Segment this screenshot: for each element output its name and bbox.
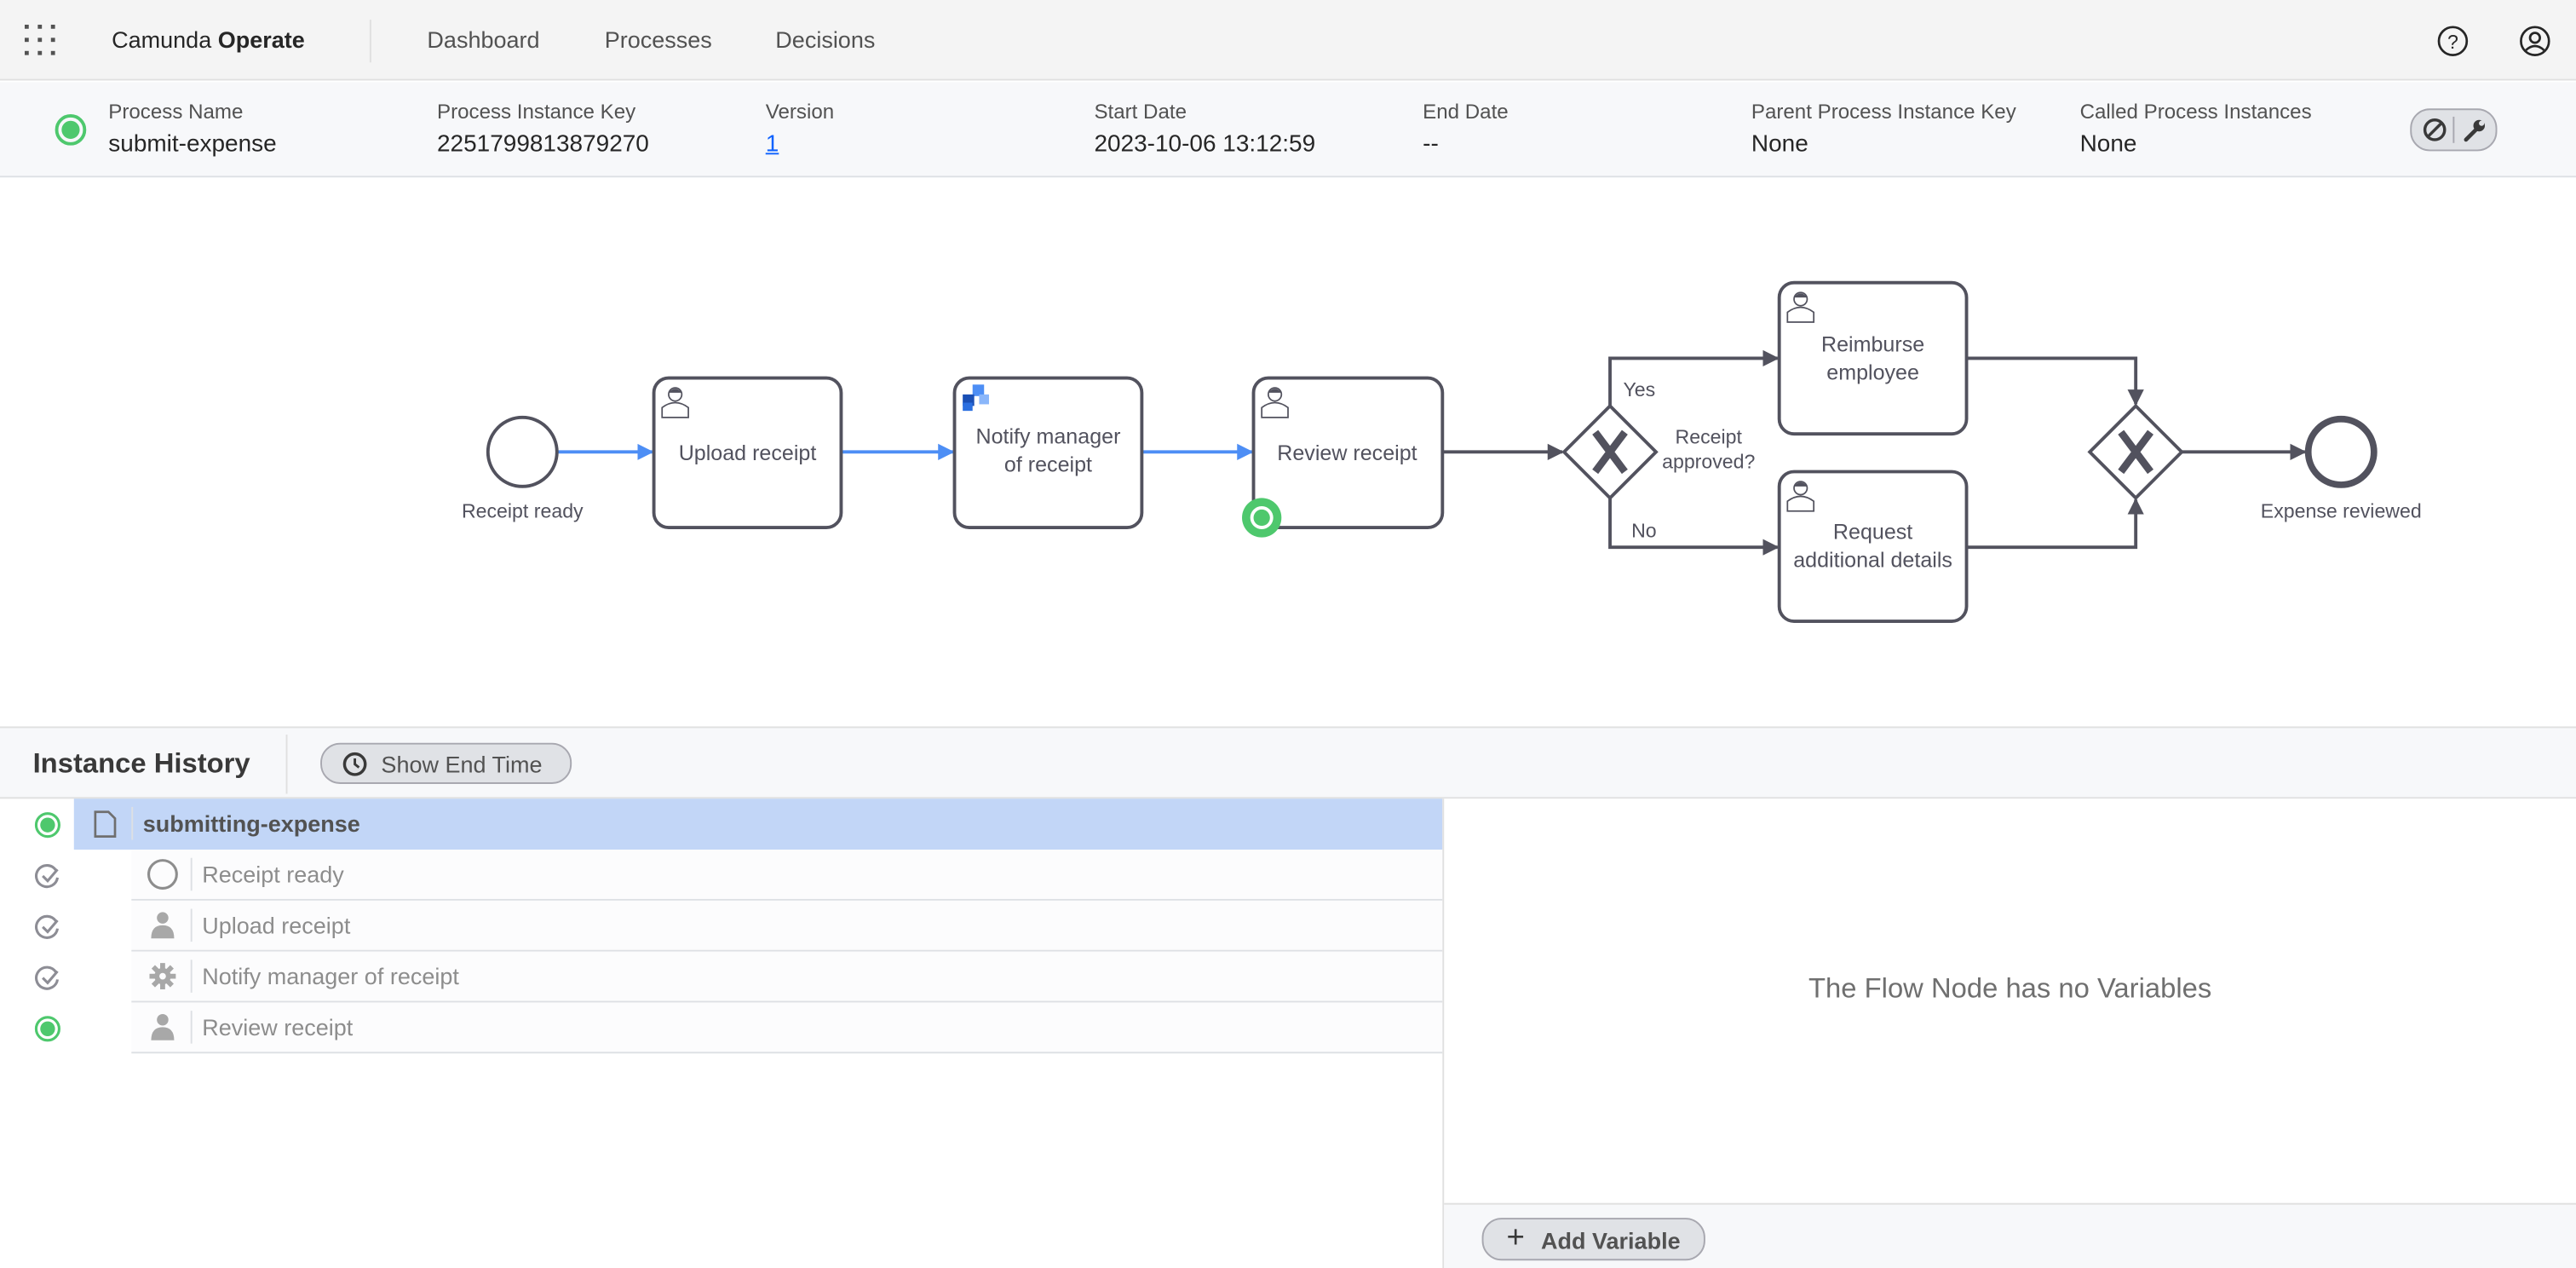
- called-instances-label: Called Process Instances: [2079, 100, 2312, 124]
- end-event-label: Expense reviewed: [2261, 500, 2422, 522]
- task-label: Upload receipt: [679, 441, 817, 465]
- divider: [369, 20, 371, 63]
- exclusive-gateway-join[interactable]: [2087, 403, 2184, 501]
- task-label: Review receipt: [1277, 441, 1417, 465]
- instance-key-value: 2251799813879270: [437, 131, 649, 158]
- sequence-flow: [1966, 498, 2144, 550]
- apps-grid-icon[interactable]: [24, 24, 58, 58]
- start-date-label: Start Date: [1094, 100, 1187, 124]
- add-variable-button[interactable]: + Add Variable: [1481, 1218, 1705, 1261]
- start-date-value: 2023-10-06 13:12:59: [1094, 131, 1316, 158]
- task-label: of receipt: [1004, 453, 1092, 477]
- tree-row-root[interactable]: submitting-expense: [0, 798, 1443, 850]
- tree-row[interactable]: Review receipt: [0, 1002, 1443, 1054]
- add-variable-label: Add Variable: [1541, 1227, 1681, 1254]
- task-review-receipt[interactable]: Review receipt: [1242, 376, 1445, 538]
- service-task-gear-icon: [149, 963, 176, 990]
- cancel-icon[interactable]: [2420, 115, 2450, 145]
- end-event[interactable]: [2304, 415, 2378, 488]
- called-instances-value: None: [2079, 131, 2137, 158]
- tree-row-label: Review receipt: [202, 1013, 354, 1040]
- active-state-icon: [34, 812, 60, 839]
- tree-row[interactable]: Upload receipt: [0, 900, 1443, 952]
- completed-check-icon: [35, 914, 60, 939]
- instance-history-title: Instance History: [32, 747, 250, 780]
- instance-header: Process Name submit-expense Process Inst…: [0, 82, 2576, 178]
- task-upload-receipt[interactable]: Upload receipt: [652, 376, 843, 530]
- exclusive-gateway-receipt-approved[interactable]: [1561, 403, 1659, 501]
- task-reimburse-employee[interactable]: Reimburse employee: [1777, 280, 1969, 436]
- process-name-value: submit-expense: [108, 131, 277, 158]
- brand[interactable]: Camunda Operate: [112, 26, 305, 53]
- svg-text:?: ?: [2447, 31, 2458, 53]
- top-header: Camunda Operate Dashboard Processes Deci…: [0, 0, 2576, 81]
- nav-processes[interactable]: Processes: [605, 26, 712, 53]
- start-event[interactable]: [486, 415, 559, 488]
- active-state-icon: [55, 114, 87, 146]
- divider: [2452, 116, 2455, 143]
- user-task-icon: [151, 1013, 175, 1040]
- gateway-label: Receipt: [1676, 426, 1743, 448]
- task-label: additional details: [1793, 548, 1952, 572]
- flow-label-no: No: [1631, 520, 1657, 542]
- process-document-icon: [94, 810, 117, 839]
- no-variables-message: The Flow Node has no Variables: [1808, 972, 2212, 1005]
- instance-history-header: Instance History Show End Time: [0, 726, 2576, 799]
- start-event-icon: [147, 859, 178, 890]
- process-name-label: Process Name: [108, 100, 244, 124]
- flow-label-yes: Yes: [1623, 378, 1655, 401]
- active-state-icon: [34, 1016, 60, 1042]
- end-date-value: --: [1423, 131, 1439, 158]
- modify-wrench-icon[interactable]: [2459, 115, 2489, 145]
- brand-product: Operate: [217, 26, 305, 53]
- version-link[interactable]: 1: [766, 131, 779, 158]
- tree-row-label: Notify manager of receipt: [202, 963, 459, 990]
- selected-row-bg: submitting-expense: [73, 798, 1443, 850]
- task-request-details[interactable]: Request additional details: [1777, 470, 1969, 623]
- show-end-time-button[interactable]: Show End Time: [320, 742, 572, 784]
- help-icon[interactable]: ?: [2436, 25, 2470, 58]
- user-task-icon: [151, 912, 175, 939]
- gateway-label: approved?: [1662, 451, 1755, 473]
- completed-check-icon: [35, 965, 60, 990]
- operations-group: [2410, 108, 2498, 152]
- nav-dashboard[interactable]: Dashboard: [427, 26, 539, 53]
- sequence-flow: [1966, 356, 2144, 406]
- task-label: employee: [1826, 361, 1919, 385]
- instance-key-label: Process Instance Key: [437, 100, 636, 124]
- user-icon[interactable]: [2519, 25, 2552, 58]
- clock-icon: [342, 752, 367, 776]
- tree-row-label: submitting-expense: [142, 810, 360, 837]
- task-label: Reimburse: [1821, 333, 1924, 357]
- active-token-badge[interactable]: [1242, 498, 1282, 538]
- parent-key-label: Parent Process Instance Key: [1751, 100, 2016, 124]
- completed-check-icon: [35, 864, 60, 889]
- start-event-label: Receipt ready: [462, 500, 584, 522]
- brand-prefix: Camunda: [112, 26, 212, 53]
- task-notify-manager[interactable]: Notify manager of receipt: [952, 376, 1144, 530]
- nav-decisions[interactable]: Decisions: [775, 26, 875, 53]
- tree-row[interactable]: Receipt ready: [0, 850, 1443, 901]
- version-label: Version: [765, 100, 835, 124]
- variables-panel: The Flow Node has no Variables + Add Var…: [1442, 798, 2576, 1268]
- show-end-time-label: Show End Time: [381, 751, 543, 778]
- parent-key-value: None: [1751, 131, 1808, 158]
- task-label: Request: [1833, 521, 1912, 545]
- tree-row[interactable]: Notify manager of receipt: [0, 951, 1443, 1003]
- end-date-label: End Date: [1423, 100, 1509, 124]
- variables-footer: + Add Variable: [1444, 1202, 2576, 1268]
- plus-icon: +: [1506, 1220, 1525, 1256]
- tree-row-label: Receipt ready: [202, 861, 344, 888]
- task-label: Notify manager: [975, 425, 1120, 449]
- bpmn-diagram[interactable]: Receipt ready Upload receipt Notify mana…: [0, 177, 2576, 727]
- tree-row-label: Upload receipt: [202, 912, 351, 939]
- divider: [285, 735, 288, 794]
